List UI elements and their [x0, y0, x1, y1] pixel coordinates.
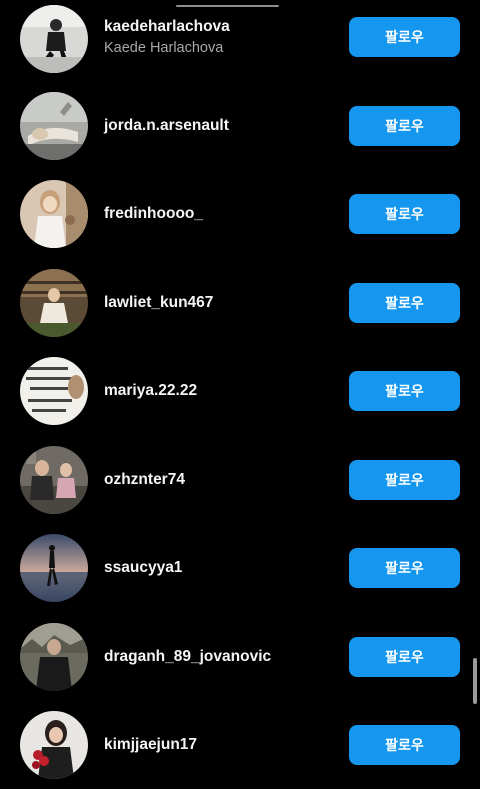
- avatar[interactable]: [20, 180, 88, 248]
- username[interactable]: kimjjaejun17: [104, 735, 334, 755]
- avatar[interactable]: [20, 5, 88, 73]
- follow-button[interactable]: 팔로우: [349, 725, 460, 765]
- scrollbar[interactable]: [473, 658, 477, 704]
- avatar[interactable]: [20, 92, 88, 160]
- list-item: ssaucyya1 팔로우: [0, 524, 480, 612]
- username[interactable]: ozhznter74: [104, 470, 334, 490]
- username[interactable]: kaedeharlachova: [104, 17, 334, 37]
- follow-button[interactable]: 팔로우: [349, 194, 460, 234]
- list-item: kaedeharlachova Kaede Harlachova 팔로우: [0, 0, 480, 83]
- list-item: jorda.n.arsenault 팔로우: [0, 82, 480, 170]
- username[interactable]: mariya.22.22: [104, 381, 334, 401]
- avatar[interactable]: [20, 357, 88, 425]
- avatar[interactable]: [20, 534, 88, 602]
- username[interactable]: fredinhoooo_: [104, 204, 334, 224]
- username[interactable]: lawliet_kun467: [104, 293, 334, 313]
- list-item: draganh_89_jovanovic 팔로우: [0, 613, 480, 701]
- follow-button[interactable]: 팔로우: [349, 371, 460, 411]
- full-name: Kaede Harlachova: [104, 40, 224, 56]
- avatar[interactable]: [20, 711, 88, 779]
- avatar[interactable]: [20, 446, 88, 514]
- follow-button[interactable]: 팔로우: [349, 17, 460, 57]
- list-item: mariya.22.22 팔로우: [0, 347, 480, 435]
- follow-button[interactable]: 팔로우: [349, 460, 460, 500]
- follow-button[interactable]: 팔로우: [349, 548, 460, 588]
- follow-button[interactable]: 팔로우: [349, 637, 460, 677]
- username[interactable]: jorda.n.arsenault: [104, 116, 334, 136]
- username[interactable]: ssaucyya1: [104, 558, 334, 578]
- list-item: lawliet_kun467 팔로우: [0, 259, 480, 347]
- avatar[interactable]: [20, 269, 88, 337]
- list-item: kimjjaejun17 팔로우: [0, 701, 480, 789]
- follow-button[interactable]: 팔로우: [349, 106, 460, 146]
- follow-button[interactable]: 팔로우: [349, 283, 460, 323]
- list-item: fredinhoooo_ 팔로우: [0, 170, 480, 258]
- follower-list: kaedeharlachova Kaede Harlachova 팔로우 jor…: [0, 0, 480, 779]
- avatar[interactable]: [20, 623, 88, 691]
- username[interactable]: draganh_89_jovanovic: [104, 647, 334, 667]
- list-item: ozhznter74 팔로우: [0, 436, 480, 524]
